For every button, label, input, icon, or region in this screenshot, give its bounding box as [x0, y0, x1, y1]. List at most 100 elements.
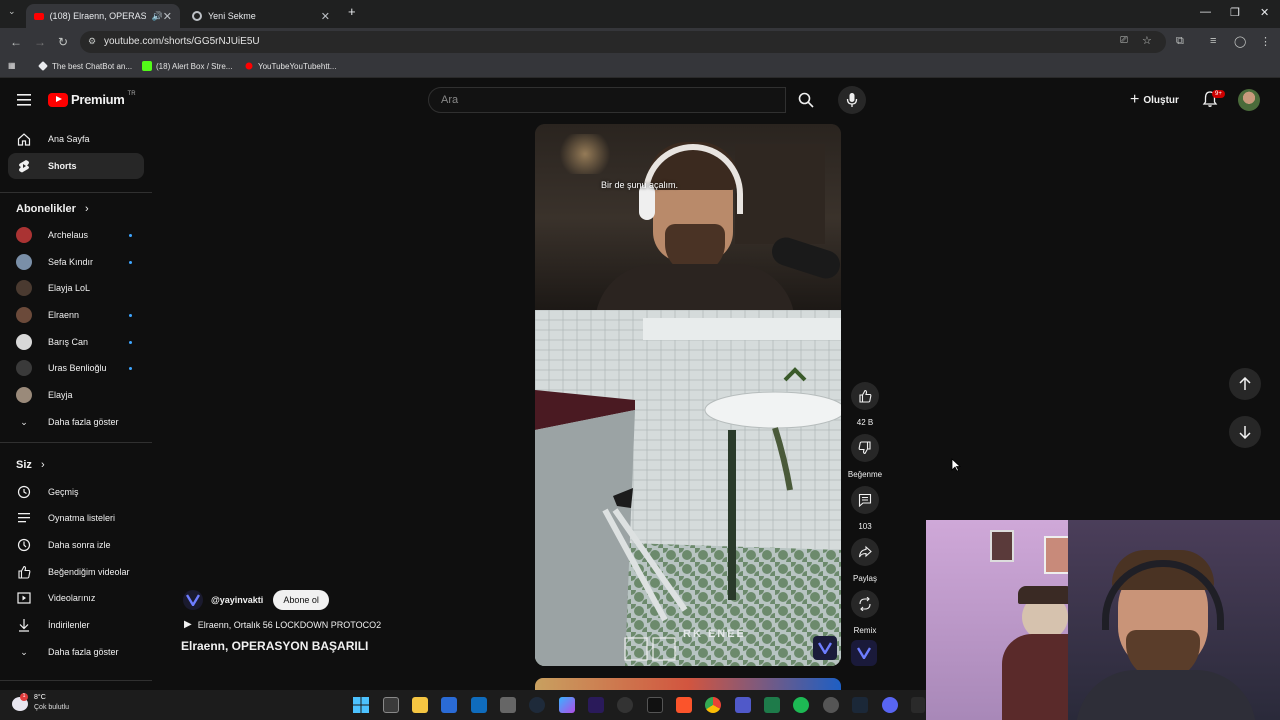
- share-label: Paylaş: [852, 574, 877, 583]
- forward-icon[interactable]: →: [34, 35, 46, 49]
- sidebar-item-sefa-kindir[interactable]: Sefa Kındır: [8, 249, 144, 275]
- hamburger-menu-icon[interactable]: [16, 93, 32, 107]
- sidebar-item-elayja[interactable]: Elayja: [8, 382, 144, 408]
- steam-icon[interactable]: [852, 697, 868, 713]
- settings-icon[interactable]: [500, 697, 516, 713]
- dislike-button[interactable]: Beğenme: [848, 434, 882, 479]
- app-icon[interactable]: [823, 697, 839, 713]
- sound-thumbnail[interactable]: [851, 640, 877, 666]
- windows-start-icon[interactable]: [353, 697, 369, 713]
- back-icon[interactable]: ←: [10, 35, 22, 49]
- file-explorer-icon[interactable]: [412, 697, 428, 713]
- you-heading[interactable]: Siz ›: [16, 459, 45, 471]
- bookmark-item[interactable]: YouTubeYouTubehtt...: [244, 61, 336, 71]
- remix-button[interactable]: Remix: [849, 590, 881, 635]
- next-short-preview[interactable]: [535, 678, 841, 690]
- close-window-icon[interactable]: ✕: [1260, 6, 1269, 19]
- tab-title: Yeni Sekme: [208, 11, 256, 21]
- close-tab-icon[interactable]: ✕: [163, 10, 172, 23]
- epic-games-icon[interactable]: [911, 697, 925, 713]
- new-content-dot: [129, 233, 132, 237]
- cast-icon[interactable]: ⎚: [1120, 35, 1128, 46]
- channel-row: @yayinvakti Abone ol: [183, 590, 329, 610]
- sidebar-item-home[interactable]: Ana Sayfa: [8, 126, 144, 152]
- new-tab-icon[interactable]: +: [348, 4, 356, 19]
- share-button[interactable]: Paylaş: [849, 538, 881, 583]
- comment-icon: [858, 493, 872, 507]
- new-content-dot: [129, 366, 132, 370]
- address-bar[interactable]: ⚙ youtube.com/shorts/GG5rNJUiE5U ⎚ ☆: [80, 31, 1166, 53]
- youtube-premium-logo[interactable]: Premium TR: [48, 91, 136, 107]
- brave-icon[interactable]: [676, 697, 692, 713]
- sidebar-item-archelaus[interactable]: Archelaus: [8, 222, 144, 248]
- task-view-icon[interactable]: [383, 697, 399, 713]
- sidebar-item-playlists[interactable]: Oynatma listeleri: [8, 505, 144, 531]
- outlook-icon[interactable]: [471, 697, 487, 713]
- media-control-icon[interactable]: ≡: [1210, 35, 1216, 47]
- chevron-down-icon: ⌄: [20, 646, 28, 657]
- chrome-icon[interactable]: [705, 697, 721, 713]
- play-icon: ▶: [184, 619, 192, 630]
- v-logo-icon: [186, 594, 200, 606]
- sidebar-item-baris-can[interactable]: Barış Can: [8, 329, 144, 355]
- premiere-icon[interactable]: [588, 697, 604, 713]
- playlist-link[interactable]: ▶ Elraenn, Ortalık 56 LOCKDOWN PROTOCO2: [184, 619, 381, 630]
- previous-short-button[interactable]: [1229, 368, 1261, 400]
- profile-icon[interactable]: ◯: [1234, 35, 1246, 48]
- tiktok-icon[interactable]: [647, 697, 663, 713]
- tab-search-icon[interactable]: ⌄: [8, 6, 16, 17]
- discord-icon[interactable]: [882, 697, 898, 713]
- obs-icon[interactable]: [617, 697, 633, 713]
- sidebar-item-uras-benlioglu[interactable]: Uras Benlioğlu: [8, 355, 144, 381]
- lamp-glow: [555, 134, 615, 174]
- minimize-icon[interactable]: —: [1200, 6, 1211, 18]
- restore-icon[interactable]: ❐: [1230, 6, 1240, 19]
- tab-new[interactable]: Yeni Sekme ✕: [184, 4, 338, 28]
- site-info-icon[interactable]: ⚙: [88, 36, 96, 47]
- bookmark-item[interactable]: (18) Alert Box / Stre...: [142, 61, 232, 71]
- arrow-up-icon: [1239, 377, 1251, 390]
- like-button[interactable]: 42 B: [849, 382, 881, 427]
- sidebar-item-your-videos[interactable]: Videolarınız: [8, 585, 144, 611]
- subscriptions-heading[interactable]: Abonelikler ›: [16, 203, 89, 215]
- search-button[interactable]: [786, 87, 826, 113]
- next-short-button[interactable]: [1229, 416, 1261, 448]
- bookmark-item[interactable]: The best ChatBot an...: [38, 61, 132, 71]
- create-button[interactable]: + Oluştur: [1130, 91, 1179, 109]
- user-avatar[interactable]: [1238, 89, 1260, 111]
- tab-youtube[interactable]: (108) Elraenn, OPERASYON 🔊 ✕: [26, 4, 180, 28]
- menu-icon[interactable]: ⋮: [1260, 35, 1271, 48]
- excel-icon[interactable]: [764, 697, 780, 713]
- close-tab-icon[interactable]: ✕: [321, 10, 330, 23]
- comments-button[interactable]: 103: [849, 486, 881, 531]
- channel-avatar[interactable]: [183, 590, 203, 610]
- apps-grid-icon[interactable]: ▦: [8, 61, 16, 70]
- channel-avatar: [16, 254, 32, 270]
- sidebar-item-liked-videos[interactable]: Beğendiğim videolar: [8, 559, 144, 585]
- sidebar-item-history[interactable]: Geçmiş: [8, 479, 144, 505]
- teams-icon[interactable]: [735, 697, 751, 713]
- app-icon[interactable]: [529, 697, 545, 713]
- search-icon: [798, 92, 814, 108]
- sidebar-item-shorts[interactable]: Shorts: [8, 153, 144, 179]
- bookmark-star-icon[interactable]: ☆: [1142, 34, 1152, 47]
- like-count: 42 B: [856, 418, 874, 427]
- sidebar-item-downloads[interactable]: İndirilenler: [8, 612, 144, 638]
- sidebar-item-watch-later[interactable]: Daha sonra izle: [8, 532, 144, 558]
- sidebar-show-more-you[interactable]: ⌄ Daha fazla göster: [8, 639, 144, 665]
- extensions-icon[interactable]: ⧉: [1176, 35, 1184, 48]
- subscribe-button[interactable]: Abone ol: [273, 590, 329, 610]
- speaker-icon[interactable]: 🔊: [152, 11, 163, 22]
- shorts-video-player[interactable]: Bir de şunu açalım. RK ENEE: [535, 124, 841, 666]
- sidebar-item-elraenn[interactable]: Elraenn: [8, 302, 144, 328]
- spotify-icon[interactable]: [793, 697, 809, 713]
- reload-icon[interactable]: ↻: [58, 35, 68, 49]
- voice-search-button[interactable]: [838, 86, 866, 114]
- copilot-icon[interactable]: [559, 697, 575, 713]
- sidebar-show-more-subscriptions[interactable]: ⌄ Daha fazla göster: [8, 409, 144, 435]
- playlists-icon: [16, 512, 32, 524]
- search-input[interactable]: Ara: [428, 87, 786, 113]
- store-icon[interactable]: [441, 697, 457, 713]
- sidebar-item-elayja-lol[interactable]: Elayja LoL: [8, 275, 144, 301]
- channel-handle[interactable]: @yayinvakti: [211, 595, 263, 605]
